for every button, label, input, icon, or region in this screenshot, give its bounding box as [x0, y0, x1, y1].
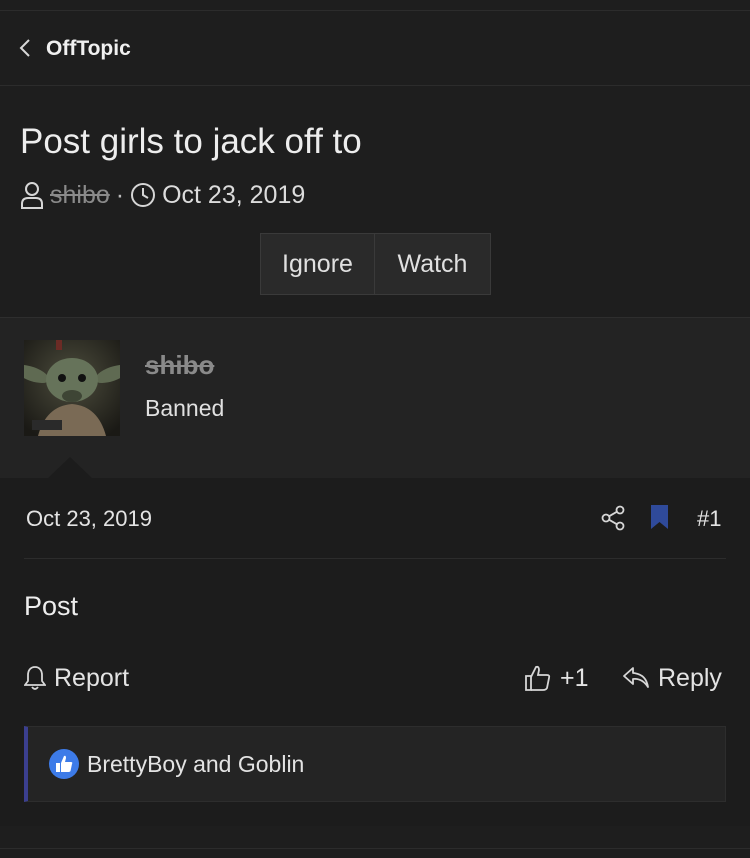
user-title: Banned: [145, 395, 225, 421]
bookmark-icon[interactable]: [650, 505, 669, 529]
meta-separator: ·: [115, 180, 125, 209]
bell-icon: [24, 666, 46, 690]
thread-date[interactable]: Oct 23, 2019: [162, 181, 305, 210]
post-date[interactable]: Oct 23, 2019: [26, 506, 152, 532]
thumbs-up-icon: [49, 749, 79, 779]
reply-label: Reply: [658, 663, 722, 692]
like-button[interactable]: +1: [524, 662, 589, 694]
breadcrumb[interactable]: OffTopic: [0, 11, 750, 85]
page-title: Post girls to jack off to: [20, 122, 362, 161]
user-icon: [21, 182, 43, 209]
report-label: Report: [54, 663, 130, 692]
panel-pointer: [48, 457, 92, 478]
breadcrumb-link[interactable]: OffTopic: [46, 37, 131, 61]
avatar[interactable]: [24, 340, 120, 436]
avatar-image: [24, 340, 120, 436]
watch-button[interactable]: Watch: [375, 233, 491, 295]
chevron-left-icon[interactable]: [18, 38, 32, 58]
like-count: +1: [560, 663, 589, 692]
thread-author-link[interactable]: shibo: [50, 181, 110, 210]
thread-meta: shibo · Oct 23, 2019: [20, 178, 305, 212]
thumbs-up-icon: [525, 665, 551, 691]
reply-button[interactable]: Reply: [622, 662, 722, 694]
post-number[interactable]: #1: [697, 506, 721, 532]
divider: [0, 85, 750, 86]
report-button[interactable]: Report: [24, 662, 129, 694]
post-body: Post: [24, 591, 79, 621]
share-icon[interactable]: [601, 505, 625, 531]
bottom-divider: [0, 848, 750, 849]
divider: [24, 558, 726, 559]
reply-icon: [623, 667, 649, 688]
reactions-bar[interactable]: BrettyBoy and Goblin: [24, 726, 726, 802]
ignore-button[interactable]: Ignore: [260, 233, 375, 295]
thread-actions: Ignore Watch: [260, 233, 491, 295]
user-name-link[interactable]: shibo: [145, 350, 214, 381]
reactions-text[interactable]: BrettyBoy and Goblin: [87, 751, 304, 778]
clock-icon: [131, 183, 156, 207]
